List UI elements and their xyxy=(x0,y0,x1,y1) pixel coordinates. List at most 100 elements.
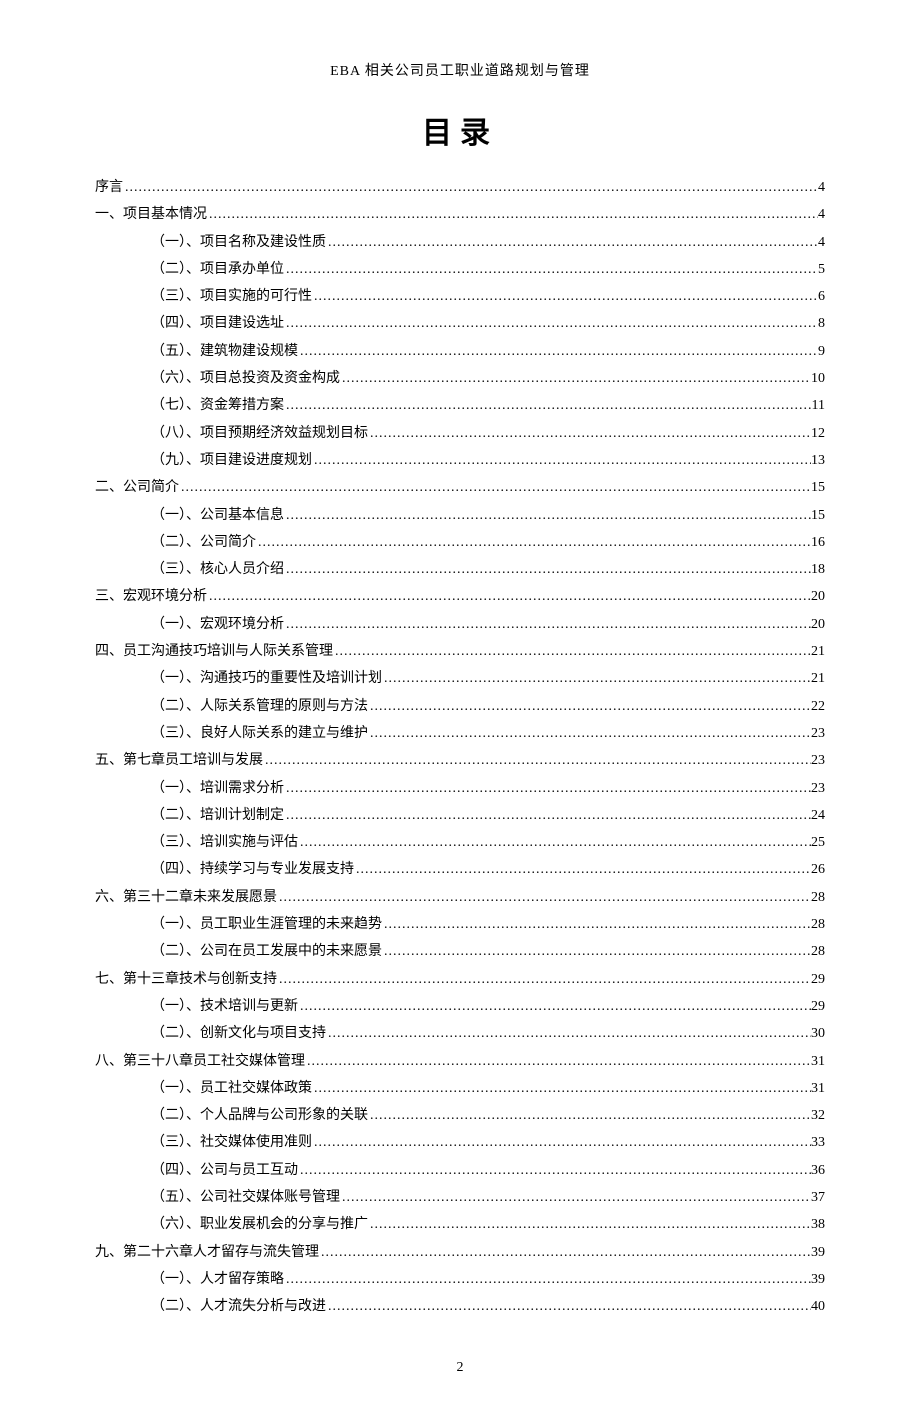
toc-entry-page: 31 xyxy=(811,1075,825,1102)
toc-leader-dots xyxy=(284,502,811,529)
toc-entry-page: 38 xyxy=(811,1211,825,1238)
toc-entry-page: 8 xyxy=(818,310,825,337)
toc-entry[interactable]: （五）、建筑物建设规模 9 xyxy=(95,338,825,365)
toc-leader-dots xyxy=(340,365,811,392)
toc-entry[interactable]: （一）、技术培训与更新29 xyxy=(95,993,825,1020)
toc-entry[interactable]: （一）、沟通技巧的重要性及培训计划21 xyxy=(95,665,825,692)
toc-entry-label: 六、第三十二章未来发展愿景 xyxy=(95,884,277,911)
toc-entry[interactable]: （一）、培训需求分析23 xyxy=(95,775,825,802)
toc-entry[interactable]: （三）、核心人员介绍18 xyxy=(95,556,825,583)
toc-entry[interactable]: （一）、员工职业生涯管理的未来趋势28 xyxy=(95,911,825,938)
toc-entry[interactable]: （三）、良好人际关系的建立与维护 23 xyxy=(95,720,825,747)
toc-entry[interactable]: （四）、项目建设选址 8 xyxy=(95,310,825,337)
toc-entry-label: （二）、项目承办单位 xyxy=(151,256,284,283)
toc-entry[interactable]: 九、第二十六章人才留存与流失管理39 xyxy=(95,1239,825,1266)
toc-leader-dots xyxy=(368,1102,811,1129)
toc-entry[interactable]: 八、第三十八章员工社交媒体管理31 xyxy=(95,1048,825,1075)
toc-entry-page: 30 xyxy=(811,1020,825,1047)
toc-entry[interactable]: （四）、公司与员工互动36 xyxy=(95,1157,825,1184)
toc-entry[interactable]: （一）、人才留存策略39 xyxy=(95,1266,825,1293)
toc-leader-dots xyxy=(326,1293,811,1320)
toc-entry[interactable]: 序言4 xyxy=(95,174,825,201)
toc-entry[interactable]: （一）、宏观环境分析20 xyxy=(95,611,825,638)
toc-entry-label: （五）、公司社交媒体账号管理 xyxy=(151,1184,340,1211)
toc-entry-page: 18 xyxy=(811,556,825,583)
toc-entry[interactable]: （二）、人际关系管理的原则与方法 22 xyxy=(95,693,825,720)
toc-entry-label: （二）、培训计划制定 xyxy=(151,802,284,829)
toc-entry-label: （五）、建筑物建设规模 xyxy=(151,338,298,365)
toc-entry-label: （三）、良好人际关系的建立与维护 xyxy=(151,720,368,747)
toc-leader-dots xyxy=(207,583,811,610)
toc-entry[interactable]: （四）、持续学习与专业发展支持26 xyxy=(95,856,825,883)
toc-leader-dots xyxy=(277,884,811,911)
toc-entry[interactable]: （六）、项目总投资及资金构成10 xyxy=(95,365,825,392)
toc-leader-dots xyxy=(284,556,811,583)
toc-entry-label: （四）、公司与员工互动 xyxy=(151,1157,298,1184)
toc-entry[interactable]: （二）、人才流失分析与改进40 xyxy=(95,1293,825,1320)
toc-entry[interactable]: （三）、社交媒体使用准则33 xyxy=(95,1129,825,1156)
toc-entry-page: 22 xyxy=(811,693,825,720)
toc-entry-label: 四、员工沟通技巧培训与人际关系管理 xyxy=(95,638,333,665)
toc-entry-page: 24 xyxy=(811,802,825,829)
toc-entry-page: 23 xyxy=(811,720,825,747)
toc-leader-dots xyxy=(284,256,818,283)
toc-leader-dots xyxy=(319,1239,811,1266)
toc-entry[interactable]: 五、第七章员工培训与发展23 xyxy=(95,747,825,774)
toc-entry-label: （二）、创新文化与项目支持 xyxy=(151,1020,326,1047)
toc-entry-page: 5 xyxy=(818,256,825,283)
toc-entry[interactable]: （九）、项目建设进度规划13 xyxy=(95,447,825,474)
toc-entry[interactable]: （三）、培训实施与评估25 xyxy=(95,829,825,856)
toc-entry-label: （八）、项目预期经济效益规划目标 xyxy=(151,420,368,447)
toc-leader-dots xyxy=(368,420,811,447)
toc-entry-page: 20 xyxy=(811,583,825,610)
toc-entry-page: 23 xyxy=(811,747,825,774)
toc-entry[interactable]: （二）、公司简介16 xyxy=(95,529,825,556)
page-number: 2 xyxy=(95,1360,825,1376)
toc-entry[interactable]: （二）、公司在员工发展中的未来愿景28 xyxy=(95,938,825,965)
toc-leader-dots xyxy=(312,447,811,474)
toc-entry[interactable]: （五）、公司社交媒体账号管理 37 xyxy=(95,1184,825,1211)
toc-entry-page: 15 xyxy=(811,502,825,529)
toc-leader-dots xyxy=(298,1157,811,1184)
toc-entry[interactable]: （三）、项目实施的可行性 6 xyxy=(95,283,825,310)
toc-entry[interactable]: （一）、员工社交媒体政策 31 xyxy=(95,1075,825,1102)
toc-entry-label: （三）、项目实施的可行性 xyxy=(151,283,312,310)
toc-entry-label: 三、宏观环境分析 xyxy=(95,583,207,610)
toc-entry[interactable]: 三、宏观环境分析 20 xyxy=(95,583,825,610)
toc-entry-page: 13 xyxy=(811,447,825,474)
toc-entry-label: （一）、宏观环境分析 xyxy=(151,611,284,638)
toc-entry-label: （四）、项目建设选址 xyxy=(151,310,284,337)
toc-entry-page: 39 xyxy=(811,1239,825,1266)
toc-entry-page: 21 xyxy=(811,665,825,692)
toc-entry[interactable]: 六、第三十二章未来发展愿景 28 xyxy=(95,884,825,911)
toc-entry-label: （一）、员工社交媒体政策 xyxy=(151,1075,312,1102)
toc-entry[interactable]: （二）、项目承办单位 5 xyxy=(95,256,825,283)
toc-entry-page: 28 xyxy=(811,884,825,911)
toc-entry-page: 6 xyxy=(818,283,825,310)
toc-entry[interactable]: 一、项目基本情况4 xyxy=(95,201,825,228)
toc-entry-label: 二、公司简介 xyxy=(95,474,179,501)
toc-entry[interactable]: （七）、资金筹措方案11 xyxy=(95,392,825,419)
toc-entry[interactable]: （二）、创新文化与项目支持 30 xyxy=(95,1020,825,1047)
toc-leader-dots xyxy=(298,338,818,365)
toc-leader-dots xyxy=(326,229,818,256)
toc-entry[interactable]: 二、公司简介15 xyxy=(95,474,825,501)
toc-entry[interactable]: （二）、个人品牌与公司形象的关联32 xyxy=(95,1102,825,1129)
toc-leader-dots xyxy=(263,747,811,774)
toc-entry-page: 37 xyxy=(811,1184,825,1211)
toc-entry[interactable]: （一）、公司基本信息15 xyxy=(95,502,825,529)
toc-entry[interactable]: 四、员工沟通技巧培训与人际关系管理21 xyxy=(95,638,825,665)
toc-entry-label: （二）、人际关系管理的原则与方法 xyxy=(151,693,368,720)
toc-entry[interactable]: （六）、职业发展机会的分享与推广38 xyxy=(95,1211,825,1238)
toc-leader-dots xyxy=(284,392,812,419)
toc-leader-dots xyxy=(312,1075,811,1102)
toc-leader-dots xyxy=(284,310,818,337)
toc-entry[interactable]: 七、第十三章技术与创新支持29 xyxy=(95,966,825,993)
toc-entry[interactable]: （二）、培训计划制定 24 xyxy=(95,802,825,829)
toc-leader-dots xyxy=(298,993,811,1020)
toc-leader-dots xyxy=(284,775,811,802)
toc-entry[interactable]: （一）、项目名称及建设性质4 xyxy=(95,229,825,256)
toc-entry[interactable]: （八）、项目预期经济效益规划目标12 xyxy=(95,420,825,447)
toc-entry-page: 40 xyxy=(811,1293,825,1320)
toc-entry-page: 9 xyxy=(818,338,825,365)
